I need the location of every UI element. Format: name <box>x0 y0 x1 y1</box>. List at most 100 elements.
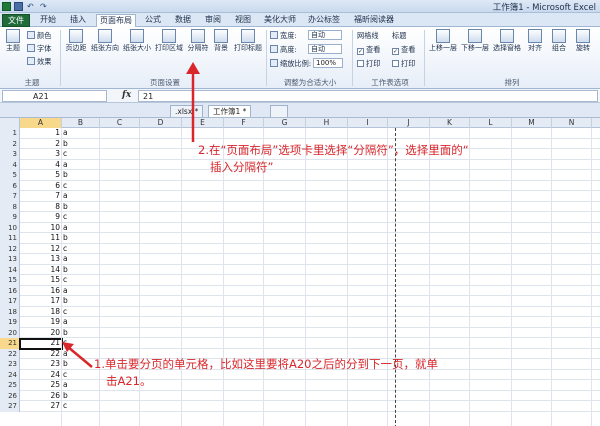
active-cell-A21[interactable] <box>19 338 63 350</box>
cell-b[interactable]: c <box>62 181 100 192</box>
cell-b[interactable]: c <box>62 244 100 255</box>
cell-b[interactable]: b <box>62 170 100 181</box>
row-header[interactable]: 9 <box>0 212 20 223</box>
tab-review[interactable]: 审阅 <box>200 14 226 27</box>
tab-view[interactable]: 视图 <box>230 14 256 27</box>
group-button[interactable]: 组合 <box>548 29 570 73</box>
save-icon[interactable] <box>14 2 23 11</box>
cell-b[interactable]: c <box>62 338 100 349</box>
name-box[interactable]: A21 <box>2 90 107 102</box>
new-tab-icon[interactable] <box>270 105 288 117</box>
column-header-C[interactable]: C <box>100 118 140 128</box>
cell-a[interactable]: 23 <box>20 359 62 370</box>
cell-a[interactable]: 3 <box>20 149 62 160</box>
tab-data[interactable]: 数据 <box>170 14 196 27</box>
cell-b[interactable]: b <box>62 265 100 276</box>
gridlines-print-checkbox[interactable]: 打印 <box>357 58 380 69</box>
row-header[interactable]: 25 <box>0 380 20 391</box>
cell-b[interactable]: c <box>62 275 100 286</box>
row-header[interactable]: 26 <box>0 390 20 401</box>
column-header-L[interactable]: L <box>470 118 512 128</box>
align-button[interactable]: 对齐 <box>524 29 546 73</box>
cell-b[interactable]: a <box>62 286 100 297</box>
row-header[interactable]: 20 <box>0 327 20 338</box>
background-button[interactable]: 背景 <box>211 29 231 73</box>
effects-button[interactable]: 效果 <box>27 56 51 67</box>
cell-a[interactable]: 4 <box>20 160 62 171</box>
cell-a[interactable]: 27 <box>20 401 62 412</box>
cell-a[interactable]: 1 <box>20 128 62 139</box>
gridlines-view-checkbox[interactable]: ✓ 查看 <box>357 44 380 55</box>
excel-logo-icon[interactable] <box>2 2 11 11</box>
row-header[interactable]: 18 <box>0 306 20 317</box>
cell-b[interactable]: a <box>62 128 100 139</box>
column-header-A[interactable]: A <box>20 118 62 128</box>
tab-formulas[interactable]: 公式 <box>140 14 166 27</box>
row-header[interactable]: 12 <box>0 243 20 254</box>
cell-b[interactable]: a <box>62 380 100 391</box>
cell-a[interactable]: 5 <box>20 170 62 181</box>
size-button[interactable]: 纸张大小 <box>122 29 152 73</box>
workbook-tab-other[interactable]: .xlsx * <box>170 105 204 117</box>
fonts-button[interactable]: 字体 <box>27 43 51 54</box>
redo-icon[interactable]: ↷ <box>40 2 49 11</box>
cell-b[interactable]: a <box>62 191 100 202</box>
tab-foxit-reader[interactable]: 福昕阅读器 <box>350 14 398 27</box>
tab-file[interactable]: 文件 <box>2 14 30 27</box>
cell-b[interactable]: b <box>62 202 100 213</box>
cell-a[interactable]: 10 <box>20 223 62 234</box>
cell-a[interactable]: 25 <box>20 380 62 391</box>
row-header[interactable]: 27 <box>0 401 20 412</box>
headings-print-checkbox[interactable]: 打印 <box>392 58 415 69</box>
cell-b[interactable]: a <box>62 223 100 234</box>
row-header[interactable]: 2 <box>0 138 20 149</box>
cell-a[interactable]: 2 <box>20 139 62 150</box>
column-header-E[interactable]: E <box>182 118 224 128</box>
tab-office-tab[interactable]: 办公标签 <box>304 14 344 27</box>
scale-spinner[interactable]: 100% <box>313 58 343 68</box>
row-header[interactable]: 16 <box>0 285 20 296</box>
cell-a[interactable]: 15 <box>20 275 62 286</box>
cell-b[interactable]: b <box>62 233 100 244</box>
cell-a[interactable]: 12 <box>20 244 62 255</box>
row-header[interactable]: 11 <box>0 233 20 244</box>
rotate-button[interactable]: 旋转 <box>572 29 594 73</box>
width-combo[interactable]: 自动 <box>308 30 342 40</box>
print-area-button[interactable]: 打印区域 <box>154 29 184 73</box>
row-header[interactable]: 6 <box>0 180 20 191</box>
cell-a[interactable]: 17 <box>20 296 62 307</box>
row-header[interactable]: 13 <box>0 254 20 265</box>
row-header[interactable]: 7 <box>0 191 20 202</box>
row-header[interactable]: 19 <box>0 317 20 328</box>
cell-a[interactable]: 9 <box>20 212 62 223</box>
tab-page-layout[interactable]: 页面布局 <box>96 14 136 27</box>
tab-home[interactable]: 开始 <box>34 14 62 27</box>
cell-b[interactable]: c <box>62 401 100 412</box>
cell-a[interactable]: 24 <box>20 370 62 381</box>
cell-b[interactable]: b <box>62 328 100 339</box>
cell-a[interactable]: 13 <box>20 254 62 265</box>
column-header-D[interactable]: D <box>140 118 182 128</box>
row-header[interactable]: 10 <box>0 222 20 233</box>
cell-a[interactable]: 26 <box>20 391 62 402</box>
cell-a[interactable]: 20 <box>20 328 62 339</box>
row-header[interactable]: 8 <box>0 201 20 212</box>
column-header-I[interactable]: I <box>348 118 388 128</box>
cell-a[interactable]: 19 <box>20 317 62 328</box>
column-header-H[interactable]: H <box>306 118 348 128</box>
row-header[interactable]: 22 <box>0 348 20 359</box>
height-combo[interactable]: 自动 <box>308 44 342 54</box>
fx-icon[interactable]: fx <box>122 90 131 100</box>
cell-b[interactable]: c <box>62 212 100 223</box>
colors-button[interactable]: 颜色 <box>27 30 51 41</box>
column-header-N[interactable]: N <box>552 118 592 128</box>
headings-view-checkbox[interactable]: ✓ 查看 <box>392 44 415 55</box>
cell-b[interactable]: c <box>62 149 100 160</box>
row-header[interactable]: 1 <box>0 128 20 139</box>
column-header-F[interactable]: F <box>224 118 264 128</box>
row-header[interactable]: 4 <box>0 159 20 170</box>
cell-a[interactable]: 11 <box>20 233 62 244</box>
select-all-corner[interactable] <box>0 118 20 128</box>
cell-a[interactable]: 16 <box>20 286 62 297</box>
cell-a[interactable]: 7 <box>20 191 62 202</box>
